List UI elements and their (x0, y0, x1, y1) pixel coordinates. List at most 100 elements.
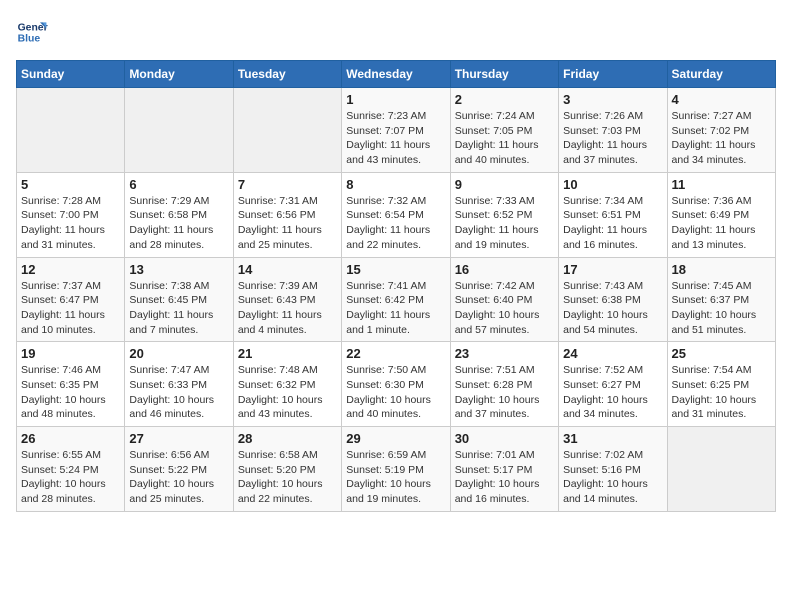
calendar-cell (125, 88, 233, 173)
calendar-cell: 11 Sunrise: 7:36 AM Sunset: 6:49 PM Dayli… (667, 172, 775, 257)
day-info: Sunrise: 7:46 AM Sunset: 6:35 PM Dayligh… (21, 363, 120, 422)
day-header-monday: Monday (125, 61, 233, 88)
calendar-cell: 2Sunrise: 7:24 AM Sunset: 7:05 PM Daylig… (450, 88, 558, 173)
day-info: Sunrise: 7:23 AM Sunset: 7:07 PM Dayligh… (346, 109, 445, 168)
day-number: 14 (238, 262, 337, 277)
day-number: 17 (563, 262, 662, 277)
day-number: 8 (346, 177, 445, 192)
calendar-cell: 27 Sunrise: 6:56 AM Sunset: 5:22 PM Dayli… (125, 427, 233, 512)
day-number: 23 (455, 346, 554, 361)
calendar-cell: 30Sunrise: 7:01 AM Sunset: 5:17 PM Dayli… (450, 427, 558, 512)
calendar-cell: 3 Sunrise: 7:26 AM Sunset: 7:03 PM Daylig… (559, 88, 667, 173)
day-info: Sunrise: 7:27 AM Sunset: 7:02 PM Dayligh… (672, 109, 771, 168)
day-info: Sunrise: 7:02 AM Sunset: 5:16 PM Dayligh… (563, 448, 662, 507)
calendar-cell (17, 88, 125, 173)
day-info: Sunrise: 7:24 AM Sunset: 7:05 PM Dayligh… (455, 109, 554, 168)
day-number: 31 (563, 431, 662, 446)
day-header-thursday: Thursday (450, 61, 558, 88)
day-info: Sunrise: 7:36 AM Sunset: 6:49 PM Dayligh… (672, 194, 771, 253)
calendar-cell: 13Sunrise: 7:38 AM Sunset: 6:45 PM Dayli… (125, 257, 233, 342)
day-number: 16 (455, 262, 554, 277)
logo-icon: General Blue (16, 16, 48, 48)
day-number: 29 (346, 431, 445, 446)
day-number: 27 (129, 431, 228, 446)
day-info: Sunrise: 7:39 AM Sunset: 6:43 PM Dayligh… (238, 279, 337, 338)
calendar-cell: 10 Sunrise: 7:34 AM Sunset: 6:51 PM Dayli… (559, 172, 667, 257)
day-info: Sunrise: 7:26 AM Sunset: 7:03 PM Dayligh… (563, 109, 662, 168)
day-number: 18 (672, 262, 771, 277)
day-number: 22 (346, 346, 445, 361)
calendar-cell: 31 Sunrise: 7:02 AM Sunset: 5:16 PM Dayli… (559, 427, 667, 512)
day-info: Sunrise: 7:48 AM Sunset: 6:32 PM Dayligh… (238, 363, 337, 422)
day-info: Sunrise: 7:54 AM Sunset: 6:25 PM Dayligh… (672, 363, 771, 422)
days-of-week-row: SundayMondayTuesdayWednesdayThursdayFrid… (17, 61, 776, 88)
day-info: Sunrise: 7:28 AM Sunset: 7:00 PM Dayligh… (21, 194, 120, 253)
calendar-cell: 19 Sunrise: 7:46 AM Sunset: 6:35 PM Dayli… (17, 342, 125, 427)
day-number: 3 (563, 92, 662, 107)
calendar-cell: 5 Sunrise: 7:28 AM Sunset: 7:00 PM Daylig… (17, 172, 125, 257)
day-info: Sunrise: 7:33 AM Sunset: 6:52 PM Dayligh… (455, 194, 554, 253)
day-info: Sunrise: 7:47 AM Sunset: 6:33 PM Dayligh… (129, 363, 228, 422)
day-header-wednesday: Wednesday (342, 61, 450, 88)
day-header-friday: Friday (559, 61, 667, 88)
week-row-2: 5 Sunrise: 7:28 AM Sunset: 7:00 PM Daylig… (17, 172, 776, 257)
day-number: 9 (455, 177, 554, 192)
day-info: Sunrise: 7:29 AM Sunset: 6:58 PM Dayligh… (129, 194, 228, 253)
day-number: 7 (238, 177, 337, 192)
calendar-cell: 20 Sunrise: 7:47 AM Sunset: 6:33 PM Dayli… (125, 342, 233, 427)
calendar-cell: 8 Sunrise: 7:32 AM Sunset: 6:54 PM Daylig… (342, 172, 450, 257)
day-header-tuesday: Tuesday (233, 61, 341, 88)
page-header: General Blue (16, 16, 776, 48)
day-header-sunday: Sunday (17, 61, 125, 88)
day-number: 21 (238, 346, 337, 361)
day-number: 15 (346, 262, 445, 277)
day-number: 10 (563, 177, 662, 192)
calendar-table: SundayMondayTuesdayWednesdayThursdayFrid… (16, 60, 776, 512)
calendar-cell: 22 Sunrise: 7:50 AM Sunset: 6:30 PM Dayli… (342, 342, 450, 427)
day-info: Sunrise: 7:43 AM Sunset: 6:38 PM Dayligh… (563, 279, 662, 338)
logo: General Blue (16, 16, 48, 48)
calendar-cell: 23 Sunrise: 7:51 AM Sunset: 6:28 PM Dayli… (450, 342, 558, 427)
day-info: Sunrise: 7:41 AM Sunset: 6:42 PM Dayligh… (346, 279, 445, 338)
day-info: Sunrise: 7:45 AM Sunset: 6:37 PM Dayligh… (672, 279, 771, 338)
day-info: Sunrise: 7:42 AM Sunset: 6:40 PM Dayligh… (455, 279, 554, 338)
calendar-cell: 28 Sunrise: 6:58 AM Sunset: 5:20 PM Dayli… (233, 427, 341, 512)
day-info: Sunrise: 7:52 AM Sunset: 6:27 PM Dayligh… (563, 363, 662, 422)
day-info: Sunrise: 6:56 AM Sunset: 5:22 PM Dayligh… (129, 448, 228, 507)
calendar-cell: 25Sunrise: 7:54 AM Sunset: 6:25 PM Dayli… (667, 342, 775, 427)
day-number: 4 (672, 92, 771, 107)
week-row-4: 19 Sunrise: 7:46 AM Sunset: 6:35 PM Dayli… (17, 342, 776, 427)
calendar-cell: 16 Sunrise: 7:42 AM Sunset: 6:40 PM Dayli… (450, 257, 558, 342)
day-info: Sunrise: 6:59 AM Sunset: 5:19 PM Dayligh… (346, 448, 445, 507)
day-header-saturday: Saturday (667, 61, 775, 88)
day-number: 28 (238, 431, 337, 446)
calendar-cell: 12 Sunrise: 7:37 AM Sunset: 6:47 PM Dayli… (17, 257, 125, 342)
calendar-cell: 9 Sunrise: 7:33 AM Sunset: 6:52 PM Daylig… (450, 172, 558, 257)
day-info: Sunrise: 7:37 AM Sunset: 6:47 PM Dayligh… (21, 279, 120, 338)
calendar-cell (667, 427, 775, 512)
calendar-cell: 26Sunrise: 6:55 AM Sunset: 5:24 PM Dayli… (17, 427, 125, 512)
calendar-cell: 18 Sunrise: 7:45 AM Sunset: 6:37 PM Dayli… (667, 257, 775, 342)
calendar-cell: 1Sunrise: 7:23 AM Sunset: 7:07 PM Daylig… (342, 88, 450, 173)
day-info: Sunrise: 7:50 AM Sunset: 6:30 PM Dayligh… (346, 363, 445, 422)
day-info: Sunrise: 7:34 AM Sunset: 6:51 PM Dayligh… (563, 194, 662, 253)
calendar-cell: 4 Sunrise: 7:27 AM Sunset: 7:02 PM Daylig… (667, 88, 775, 173)
calendar-cell: 29 Sunrise: 6:59 AM Sunset: 5:19 PM Dayli… (342, 427, 450, 512)
calendar-cell: 21 Sunrise: 7:48 AM Sunset: 6:32 PM Dayli… (233, 342, 341, 427)
calendar-cell: 7Sunrise: 7:31 AM Sunset: 6:56 PM Daylig… (233, 172, 341, 257)
day-info: Sunrise: 7:38 AM Sunset: 6:45 PM Dayligh… (129, 279, 228, 338)
calendar-body: 1Sunrise: 7:23 AM Sunset: 7:07 PM Daylig… (17, 88, 776, 512)
day-info: Sunrise: 6:58 AM Sunset: 5:20 PM Dayligh… (238, 448, 337, 507)
day-number: 19 (21, 346, 120, 361)
day-number: 12 (21, 262, 120, 277)
day-info: Sunrise: 7:51 AM Sunset: 6:28 PM Dayligh… (455, 363, 554, 422)
svg-text:Blue: Blue (18, 34, 41, 45)
day-info: Sunrise: 7:01 AM Sunset: 5:17 PM Dayligh… (455, 448, 554, 507)
day-number: 11 (672, 177, 771, 192)
day-number: 5 (21, 177, 120, 192)
week-row-1: 1Sunrise: 7:23 AM Sunset: 7:07 PM Daylig… (17, 88, 776, 173)
calendar-cell: 14 Sunrise: 7:39 AM Sunset: 6:43 PM Dayli… (233, 257, 341, 342)
day-info: Sunrise: 7:32 AM Sunset: 6:54 PM Dayligh… (346, 194, 445, 253)
week-row-5: 26Sunrise: 6:55 AM Sunset: 5:24 PM Dayli… (17, 427, 776, 512)
day-number: 20 (129, 346, 228, 361)
